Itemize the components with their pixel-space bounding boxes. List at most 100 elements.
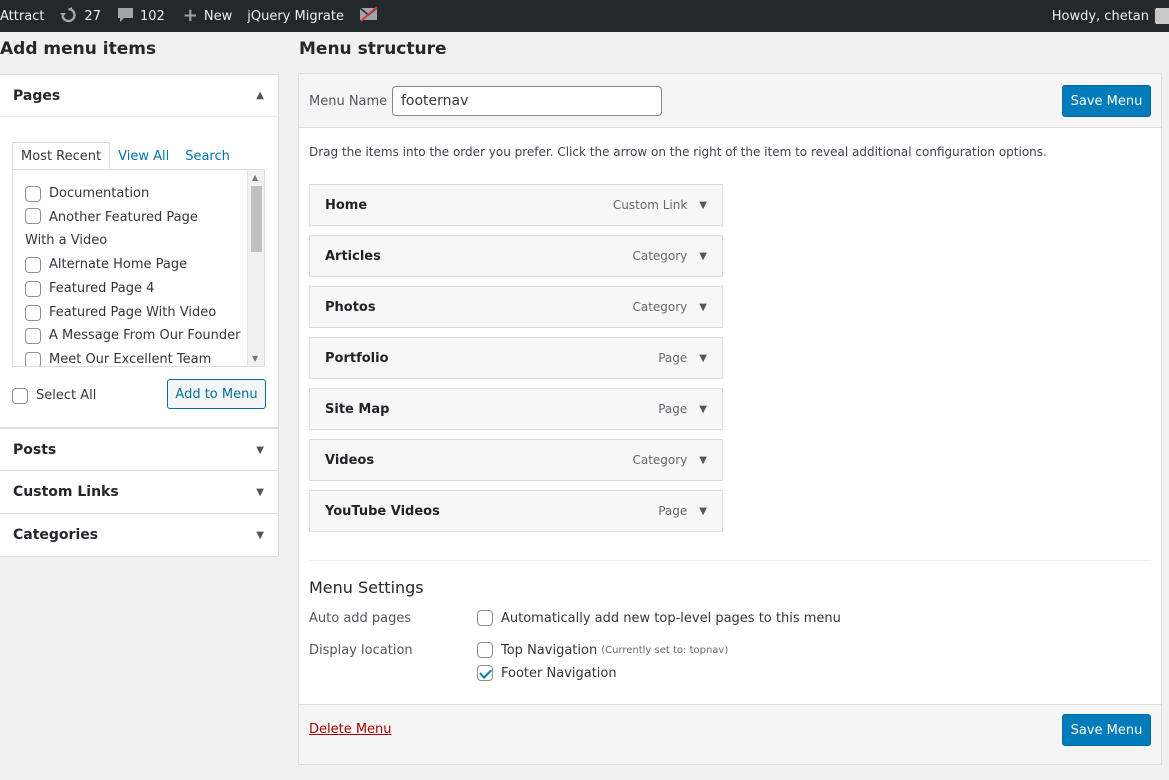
comments-count: 102 — [139, 8, 165, 24]
save-menu-button-bottom[interactable]: Save Menu — [1062, 714, 1151, 746]
page-label: Documentation — [49, 186, 150, 201]
menu-structure-title: Menu structure — [299, 39, 447, 59]
jquery-migrate-link[interactable]: jQuery Migrate — [247, 0, 344, 32]
list-item[interactable]: Documentation — [25, 186, 149, 202]
add-menu-items-title: Add menu items — [0, 39, 157, 59]
page-label: A Message From Our Founder — [49, 328, 241, 343]
expand-arrow-icon[interactable]: ▼ — [699, 302, 707, 313]
menu-item-type: Page — [658, 504, 688, 518]
add-to-menu-button[interactable]: Add to Menu — [167, 379, 266, 409]
scroll-up-icon[interactable]: ▲ — [252, 173, 258, 182]
list-item[interactable]: Meet Our Excellent Team — [25, 352, 211, 366]
save-menu-button-top[interactable]: Save Menu — [1062, 85, 1151, 117]
menu-item[interactable]: Videos Category ▼ — [309, 439, 723, 481]
tab-search[interactable]: Search — [177, 142, 238, 170]
custom-links-panel[interactable]: Custom Links ▼ — [0, 470, 279, 514]
site-name-label: Attract — [0, 8, 45, 24]
custom-links-panel-header[interactable]: Custom Links ▼ — [0, 471, 278, 513]
select-all-checkbox[interactable] — [12, 388, 28, 404]
menu-item[interactable]: Portfolio Page ▼ — [309, 337, 723, 379]
tab-most-recent[interactable]: Most Recent — [12, 142, 111, 170]
auto-add-option-label: Automatically add new top-level pages to… — [501, 610, 841, 626]
account-link[interactable]: Howdy, chetan — [1052, 0, 1169, 32]
expand-arrow-icon[interactable]: ▼ — [699, 404, 707, 415]
expand-arrow-icon[interactable]: ▼ — [699, 455, 707, 466]
location-footer-navigation[interactable]: Footer Navigation — [477, 665, 617, 681]
menu-item[interactable]: Articles Category ▼ — [309, 235, 723, 277]
comments-link[interactable]: 102 — [117, 0, 165, 32]
auto-add-option[interactable]: Automatically add new top-level pages to… — [477, 610, 841, 626]
new-content-link[interactable]: + New — [183, 0, 232, 32]
list-item[interactable]: Featured Page With Video — [25, 305, 216, 321]
scroll-thumb[interactable] — [251, 186, 262, 252]
location-top-navigation[interactable]: Top Navigation (Currently set to: topnav… — [477, 642, 728, 658]
comment-icon — [117, 7, 134, 26]
posts-panel-header[interactable]: Posts ▼ — [0, 429, 278, 471]
menu-item[interactable]: Photos Category ▼ — [309, 286, 723, 328]
expand-arrow-icon: ▼ — [256, 529, 264, 541]
menu-item-type: Custom Link — [612, 198, 688, 212]
pages-tabs: Most Recent View All Search — [12, 142, 238, 170]
list-scrollbar[interactable]: ▲ ▼ — [247, 170, 264, 366]
scroll-down-icon[interactable]: ▼ — [252, 354, 258, 363]
list-item[interactable]: Another Featured Page With a Video — [25, 206, 230, 252]
menu-item-title: Photos — [325, 299, 376, 315]
page-checkbox[interactable] — [25, 305, 41, 321]
tab-view-all[interactable]: View All — [110, 142, 177, 170]
page-checkbox[interactable] — [25, 281, 41, 297]
expand-arrow-icon[interactable]: ▼ — [699, 506, 707, 517]
updates-link[interactable]: 27 — [59, 0, 101, 32]
footer-navigation-checkbox[interactable] — [477, 665, 493, 681]
menu-item-title: YouTube Videos — [325, 503, 440, 519]
list-item[interactable]: Featured Page 4 — [25, 281, 154, 297]
pages-panel-header[interactable]: Pages ▲ — [0, 75, 278, 117]
list-item[interactable]: Alternate Home Page — [25, 257, 187, 273]
page-checkbox[interactable] — [25, 328, 41, 344]
custom-links-heading: Custom Links — [13, 484, 119, 500]
menu-item[interactable]: YouTube Videos Page ▼ — [309, 490, 723, 532]
expand-arrow-icon: ▼ — [256, 486, 264, 498]
avatar — [1155, 8, 1169, 24]
divider — [309, 560, 1151, 561]
expand-arrow-icon[interactable]: ▼ — [699, 251, 707, 262]
menu-item-title: Videos — [325, 452, 375, 468]
categories-heading: Categories — [13, 527, 99, 543]
list-item[interactable]: A Message From Our Founder — [25, 328, 240, 344]
page-label: Featured Page With Video — [49, 305, 217, 320]
categories-panel[interactable]: Categories ▼ — [0, 513, 279, 557]
menu-item-type: Category — [632, 300, 688, 314]
menu-item-type: Page — [658, 402, 688, 416]
notifications-link[interactable] — [359, 0, 379, 32]
page-label: Featured Page 4 — [49, 281, 155, 296]
menu-name-input[interactable] — [392, 86, 662, 116]
page-checkbox[interactable] — [25, 208, 41, 224]
page-checkbox[interactable] — [25, 352, 41, 366]
expand-arrow-icon[interactable]: ▼ — [699, 353, 707, 364]
top-navigation-checkbox[interactable] — [477, 642, 493, 658]
menu-item-title: Home — [325, 197, 368, 213]
categories-panel-header[interactable]: Categories ▼ — [0, 514, 278, 556]
collapse-arrow-icon: ▲ — [256, 90, 264, 101]
expand-arrow-icon[interactable]: ▼ — [699, 200, 707, 211]
jquery-migrate-label: jQuery Migrate — [247, 8, 344, 24]
drag-instructions: Drag the items into the order you prefer… — [309, 145, 1047, 159]
footer-navigation-label: Footer Navigation — [501, 665, 617, 681]
select-all-label: Select All — [36, 388, 97, 403]
menu-item-title: Site Map — [325, 401, 390, 417]
top-navigation-label: Top Navigation — [501, 642, 598, 658]
page-checkbox[interactable] — [25, 257, 41, 273]
menu-item[interactable]: Home Custom Link ▼ — [309, 184, 723, 226]
page-label: Alternate Home Page — [49, 257, 188, 272]
auto-add-checkbox[interactable] — [477, 610, 493, 626]
page-checkbox[interactable] — [25, 186, 41, 202]
posts-panel[interactable]: Posts ▼ — [0, 428, 279, 471]
delete-menu-link[interactable]: Delete Menu — [309, 722, 392, 737]
menu-item-type: Page — [658, 351, 688, 365]
pages-list[interactable]: Documentation Another Featured Page With… — [12, 169, 265, 367]
site-name-link[interactable]: Attract — [0, 0, 44, 32]
select-all[interactable]: Select All — [12, 388, 96, 404]
expand-arrow-icon: ▼ — [256, 444, 264, 456]
pages-heading: Pages — [13, 87, 61, 104]
posts-heading: Posts — [13, 442, 57, 458]
menu-item[interactable]: Site Map Page ▼ — [309, 388, 723, 430]
